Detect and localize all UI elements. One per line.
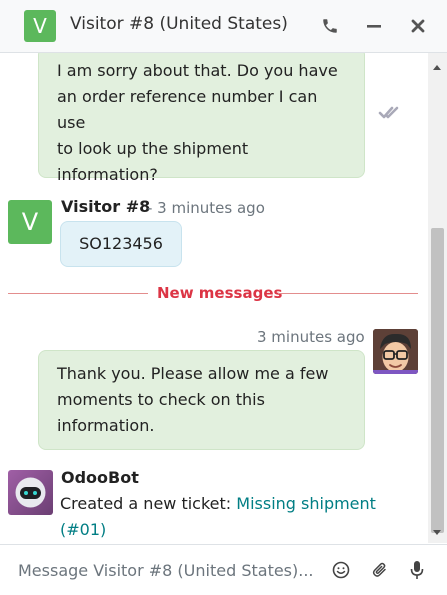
message-line: information? bbox=[57, 165, 158, 184]
odoobot-avatar[interactable] bbox=[8, 470, 53, 515]
message-time: - 3 minutes ago bbox=[147, 199, 265, 217]
message-author[interactable]: OdooBot bbox=[61, 468, 139, 487]
message-bubble: SO123456 bbox=[60, 221, 182, 267]
emoji-icon[interactable] bbox=[330, 559, 352, 581]
message-author[interactable]: Visitor #8 bbox=[61, 197, 150, 216]
ticket-link-number[interactable]: (#01) bbox=[60, 520, 106, 539]
ticket-link[interactable]: Missing shipment bbox=[236, 494, 376, 513]
message-composer bbox=[0, 544, 447, 595]
microphone-icon[interactable] bbox=[406, 559, 428, 581]
separator-line-left bbox=[8, 293, 148, 294]
message-line: I am sorry about that. Do you have bbox=[57, 61, 338, 80]
message-thread[interactable]: I am sorry about that. Do you have an or… bbox=[0, 53, 428, 543]
message-bubble: I am sorry about that. Do you have an or… bbox=[38, 53, 365, 184]
chat-window-header: V Visitor #8 (United States) bbox=[0, 0, 447, 53]
message-line: an order reference number I can use bbox=[57, 87, 318, 132]
operator-avatar[interactable] bbox=[373, 329, 418, 374]
paperclip-icon[interactable] bbox=[369, 559, 391, 581]
message-text-prefix: Created a new ticket: bbox=[60, 494, 237, 513]
scroll-up-arrow-icon[interactable] bbox=[433, 65, 441, 70]
phone-icon[interactable] bbox=[318, 14, 342, 38]
message-text: Created a new ticket: Missing shipment (#… bbox=[60, 491, 415, 543]
double-check-icon bbox=[378, 105, 402, 125]
visitor-avatar[interactable]: V bbox=[8, 200, 52, 244]
chat-title[interactable]: Visitor #8 (United States) bbox=[70, 14, 288, 34]
message-line: to look up the shipment bbox=[57, 139, 249, 158]
thread-scrollbar[interactable] bbox=[428, 53, 447, 543]
message-line: moments to check on this bbox=[57, 390, 265, 409]
message-bubble: Thank you. Please allow me a few moments… bbox=[38, 350, 365, 450]
close-icon[interactable] bbox=[406, 14, 430, 38]
message-line: Thank you. Please allow me a few bbox=[57, 364, 329, 383]
visitor-avatar: V bbox=[24, 10, 56, 42]
message-input[interactable] bbox=[10, 553, 326, 587]
separator-line-right bbox=[278, 293, 418, 294]
message-time: 3 minutes ago bbox=[257, 328, 365, 346]
message-line: information. bbox=[57, 416, 155, 435]
new-messages-separator: New messages bbox=[157, 284, 283, 302]
message-text: SO123456 bbox=[79, 234, 163, 253]
scroll-down-arrow-icon[interactable] bbox=[433, 530, 441, 535]
minimize-icon[interactable] bbox=[362, 14, 386, 38]
scrollbar-thumb[interactable] bbox=[431, 228, 444, 533]
